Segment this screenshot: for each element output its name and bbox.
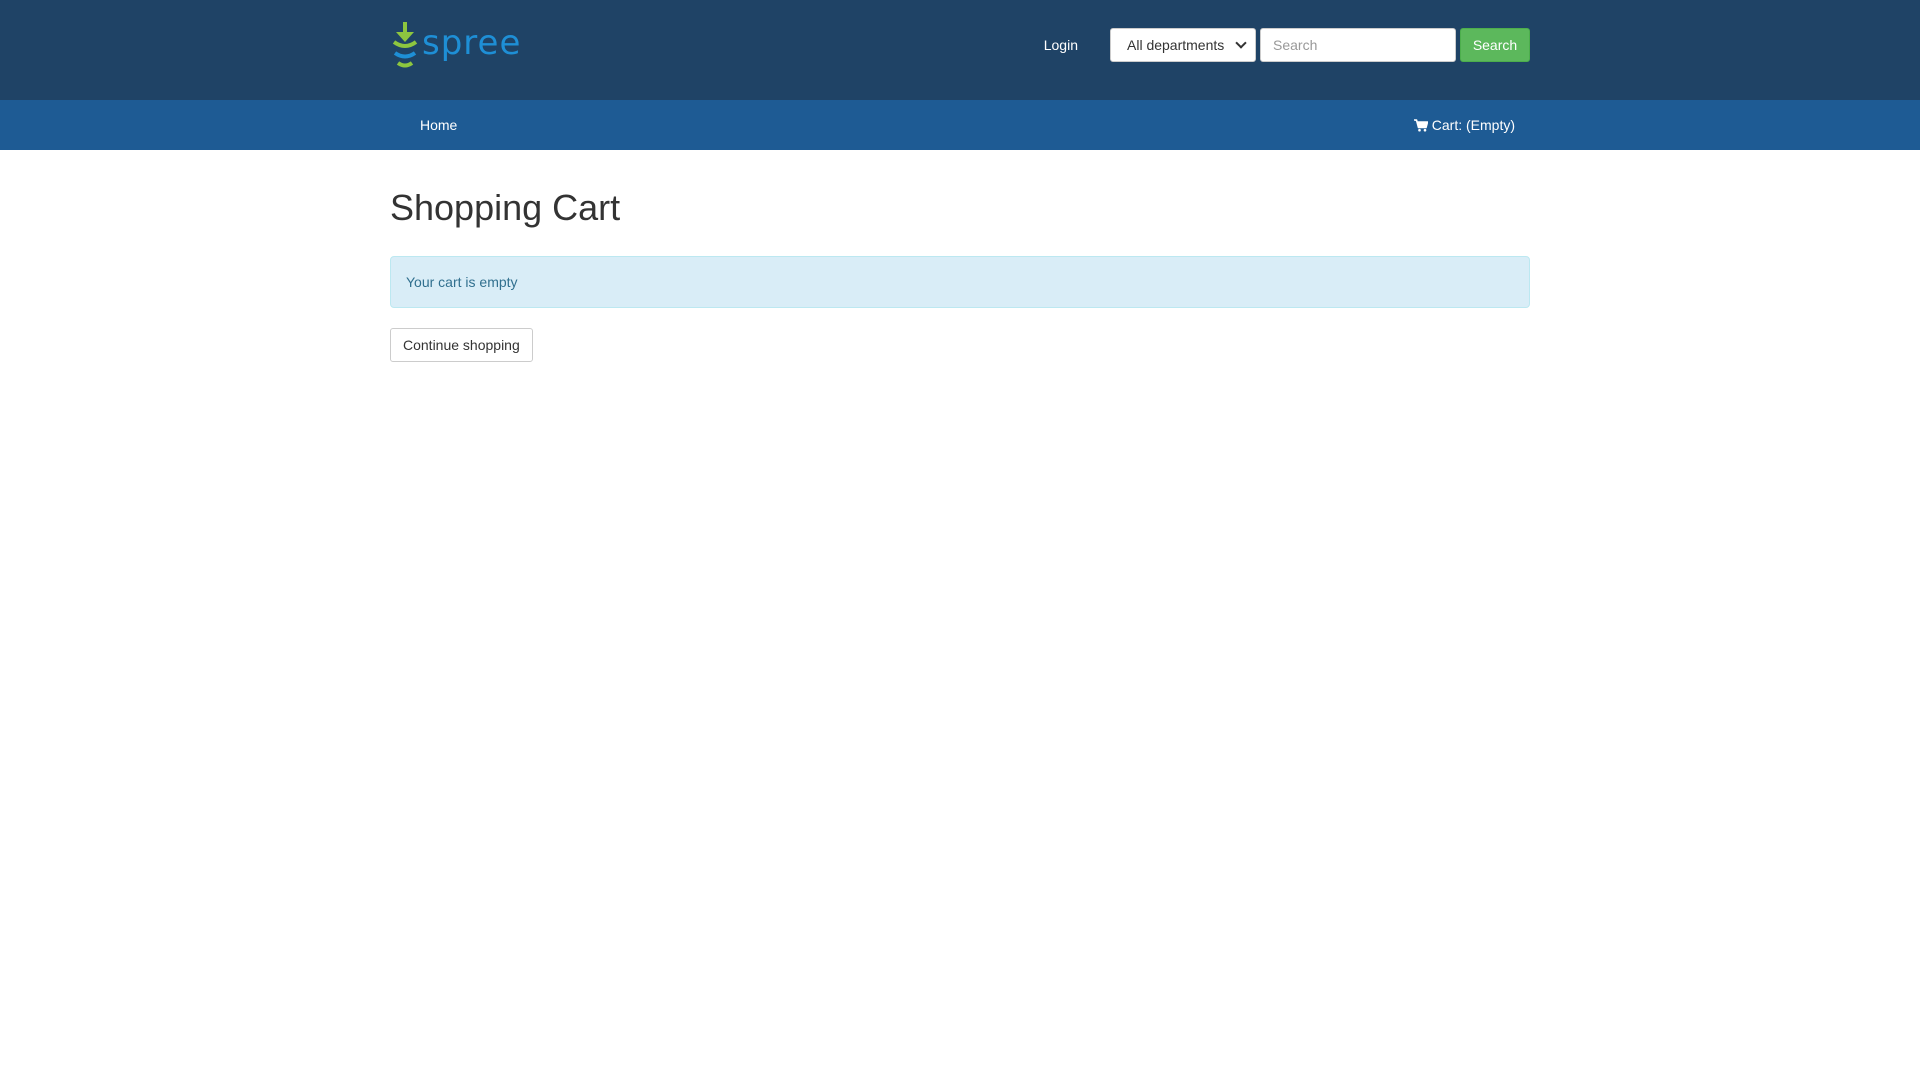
header-actions: Login All departments Search bbox=[1042, 28, 1530, 62]
nav-container: Home Cart: (Empty) bbox=[390, 100, 1530, 150]
site-header: spree Login All departments Search bbox=[0, 0, 1920, 100]
main-content: Shopping Cart Your cart is empty Continu… bbox=[0, 150, 1920, 362]
cart-icon bbox=[1413, 118, 1428, 131]
main-nav: Home Cart: (Empty) bbox=[0, 100, 1920, 150]
main-container: Shopping Cart Your cart is empty Continu… bbox=[390, 188, 1530, 362]
search-input[interactable] bbox=[1260, 28, 1456, 62]
nav-home-link[interactable]: Home bbox=[420, 100, 457, 150]
chevron-down-icon bbox=[1235, 37, 1247, 49]
department-select-value: All departments bbox=[1127, 37, 1225, 53]
department-select[interactable]: All departments bbox=[1110, 28, 1256, 62]
empty-cart-alert: Your cart is empty bbox=[390, 255, 1530, 308]
logo-text: spree bbox=[422, 23, 522, 63]
continue-shopping-button[interactable]: Continue shopping bbox=[390, 327, 533, 362]
spree-logo[interactable]: spree bbox=[390, 22, 521, 68]
cart-label: Cart: (Empty) bbox=[1431, 117, 1515, 133]
search-button[interactable]: Search bbox=[1460, 28, 1530, 62]
empty-cart-message: Your cart is empty bbox=[406, 273, 518, 290]
header-container: spree Login All departments Search bbox=[390, 0, 1530, 100]
cart-link[interactable]: Cart: (Empty) bbox=[1413, 100, 1515, 150]
page-title: Shopping Cart bbox=[390, 187, 621, 228]
spree-logo-icon bbox=[392, 22, 418, 68]
login-link[interactable]: Login bbox=[1042, 37, 1080, 53]
